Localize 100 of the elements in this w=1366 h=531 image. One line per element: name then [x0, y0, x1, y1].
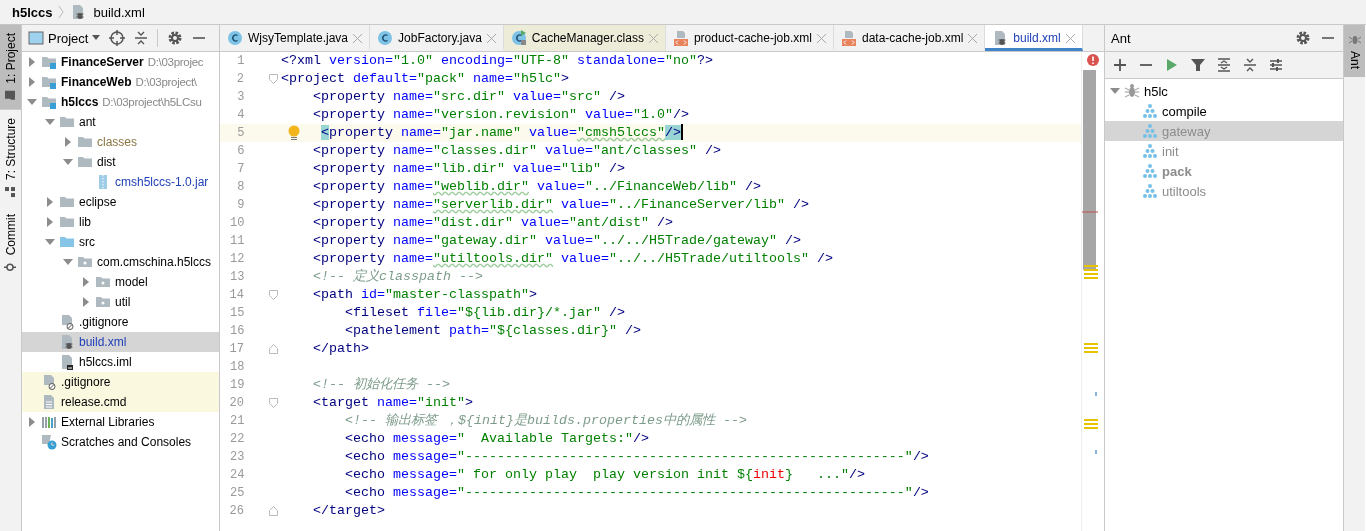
tree-item[interactable]: FinanceWeb D:\03project\ [22, 72, 219, 92]
tree-item[interactable]: lib [22, 212, 219, 232]
tree-item[interactable]: model [22, 272, 219, 292]
target-icon [1142, 103, 1158, 119]
editor-tab[interactable]: JobFactory.java [370, 25, 504, 51]
line-number: 14 [228, 288, 244, 302]
code-line: <property name="gateway.dir" value="../../H5Trade/gateway" /> [312, 232, 801, 250]
close-icon[interactable] [968, 33, 978, 43]
code-line: <property name="dist.dir" value="ant/dist" /> [312, 214, 673, 232]
folder-icon [59, 114, 75, 130]
module-icon [41, 94, 57, 110]
expand-arrow-icon[interactable] [27, 77, 37, 87]
editor-tab[interactable]: product-cache-job.xml [665, 25, 834, 51]
fold-marker-icon[interactable] [269, 506, 278, 516]
tree-item[interactable]: cmsh5lccs-1.0.jar [22, 172, 219, 192]
close-icon[interactable] [353, 33, 363, 43]
settings-sliders-icon[interactable] [1269, 58, 1283, 72]
expand-arrow-icon[interactable] [27, 417, 37, 427]
fold-marker-icon[interactable] [269, 398, 278, 408]
tree-item[interactable]: dist [22, 152, 219, 172]
tool-window-tab[interactable]: Commit [0, 205, 21, 282]
editor-tab[interactable]: build.xml [985, 25, 1083, 51]
scrollbar-thumb[interactable] [1083, 70, 1096, 270]
tree-item[interactable]: eclipse [22, 192, 219, 212]
expand-arrow-icon[interactable] [1110, 86, 1120, 96]
folder-icon [77, 154, 93, 170]
tree-item[interactable]: src [22, 232, 219, 252]
line-number: 9 [236, 198, 245, 212]
module-icon [41, 74, 57, 90]
run-icon[interactable] [1165, 58, 1179, 72]
line-number: 17 [228, 342, 244, 356]
fold-marker-icon[interactable] [269, 290, 278, 300]
editor-tab[interactable]: CacheManager.class [503, 25, 666, 51]
panel-icon [28, 31, 44, 45]
line-number: 11 [229, 234, 245, 248]
tree-item[interactable]: build.xml [22, 332, 219, 352]
code-line: <pathelement path="${classes.dir}" /> [344, 322, 641, 340]
tree-item[interactable]: .gitignore [22, 372, 219, 392]
expand-all-icon[interactable] [1217, 58, 1231, 72]
tree-item[interactable]: h5lccs D:\03project\h5LCsu [22, 92, 219, 112]
close-icon[interactable] [486, 33, 496, 43]
structure-icon [4, 185, 17, 198]
line-number: 21 [229, 414, 245, 428]
fold-marker-icon[interactable] [269, 74, 278, 84]
tool-window-tab[interactable]: 1: Project [0, 25, 21, 110]
expand-arrow-icon[interactable] [81, 297, 91, 307]
line-number: 25 [229, 486, 245, 500]
tree-item[interactable]: Scratches and Consoles [22, 432, 219, 452]
tree-item[interactable]: .gitignore [22, 312, 219, 332]
target-icon [1142, 123, 1158, 139]
tree-item[interactable]: External Libraries [22, 412, 219, 432]
tool-window-tab[interactable]: Ant [1344, 25, 1365, 77]
tree-item[interactable]: com.cmschina.h5lccs [22, 252, 219, 272]
fold-marker-icon[interactable] [269, 344, 278, 354]
commit-icon [4, 261, 17, 274]
tree-item[interactable]: FinanceServer D:\03projec [22, 52, 219, 72]
editor-tab[interactable]: WjsyTemplate.java [220, 25, 371, 51]
expand-arrow-icon[interactable] [63, 157, 73, 167]
tree-item[interactable]: h5lccs.iml [22, 352, 219, 372]
libraries-icon [41, 414, 57, 430]
close-icon[interactable] [648, 33, 658, 43]
ant-tree-item[interactable]: compile [1105, 101, 1343, 121]
code-line: <echo message=" Available Targets:"/> [344, 430, 649, 448]
breadcrumb-item[interactable]: build.xml [70, 4, 145, 20]
code-line: <property name="weblib.dir" value="../FinanceWeb/lib" /> [312, 178, 761, 196]
target-icon [1142, 183, 1158, 199]
expand-arrow-icon[interactable] [81, 277, 91, 287]
expand-arrow-icon[interactable] [45, 237, 55, 247]
expand-arrow-icon[interactable] [45, 117, 55, 127]
tree-item[interactable]: release.cmd [22, 392, 219, 412]
ant-tree-item[interactable]: h5lc [1105, 81, 1343, 101]
ant-tree-item[interactable]: utiltools [1105, 181, 1343, 201]
filter-icon[interactable] [1191, 58, 1205, 72]
folder-icon [77, 134, 93, 150]
breadcrumb-item[interactable]: h5lccs [12, 4, 53, 20]
settings-icon[interactable] [167, 30, 184, 46]
locate-icon[interactable] [109, 30, 126, 46]
light-bulb-icon[interactable] [288, 125, 300, 141]
expand-arrow-icon[interactable] [27, 57, 37, 67]
collapse-all-icon[interactable] [134, 30, 149, 46]
close-icon[interactable] [1065, 33, 1075, 43]
expand-arrow-icon[interactable] [63, 257, 73, 267]
tool-window-tab[interactable]: 7: Structure [0, 109, 21, 206]
settings-icon[interactable] [1295, 30, 1311, 46]
expand-arrow-icon[interactable] [27, 97, 37, 107]
expand-arrow-icon[interactable] [45, 197, 55, 207]
folder-icon [59, 214, 75, 230]
expand-arrow-icon[interactable] [45, 217, 55, 227]
tree-item[interactable]: classes [22, 132, 219, 152]
add-icon[interactable] [1113, 58, 1127, 72]
line-number: 26 [228, 504, 244, 518]
tree-item[interactable]: util [22, 292, 219, 312]
line-number: 22 [229, 432, 245, 446]
tree-item[interactable]: ant [22, 112, 219, 132]
bug-icon [1124, 83, 1140, 99]
line-number: 5 [236, 126, 245, 140]
close-icon[interactable] [816, 33, 826, 43]
expand-arrow-icon[interactable] [63, 137, 73, 147]
code-line: <echo message=" for only play play version init ${init} ..."/> [344, 466, 865, 484]
collapse-all-icon[interactable] [1243, 58, 1257, 72]
